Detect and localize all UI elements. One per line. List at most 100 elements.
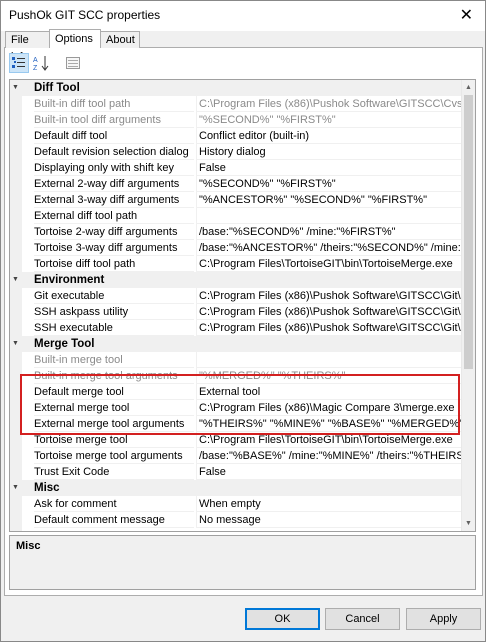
property-name: External merge tool (34, 400, 194, 416)
property-row[interactable]: External merge tool arguments "%THEIRS%" … (10, 416, 465, 432)
vertical-scrollbar[interactable]: ▲ ▼ (461, 80, 475, 531)
property-value[interactable]: False (196, 464, 465, 480)
scroll-down-icon[interactable]: ▼ (462, 517, 475, 530)
property-value[interactable]: "%THEIRS%" "%MINE%" "%BASE%" "%MERGED%" (196, 416, 465, 432)
category-header[interactable]: ▼ Diff Tool (10, 80, 462, 96)
alphabetical-button[interactable]: A Z (31, 53, 51, 73)
property-rows: ▼ Diff Tool Built-in diff tool path C:\Prog… (10, 80, 465, 528)
property-value[interactable]: C:\Program Files (x86)\Pushok Software\G… (196, 320, 465, 336)
categorized-icon (12, 57, 25, 68)
category-label: Misc (34, 482, 60, 494)
property-name: Tortoise 3-way diff arguments (34, 240, 194, 256)
property-name: Built-in tool diff arguments (34, 112, 194, 128)
property-value[interactable]: C:\Program Files\TortoiseGIT\bin\Tortois… (196, 432, 465, 448)
property-value[interactable]: C:\Program Files (x86)\Magic Compare 3\m… (196, 400, 465, 416)
category-label: Diff Tool (34, 82, 80, 94)
property-row[interactable]: Trust Exit Code False (10, 464, 465, 480)
cancel-button[interactable]: Cancel (325, 608, 400, 630)
tab-file-info[interactable]: File info (5, 31, 50, 63)
property-value[interactable]: History dialog (196, 144, 465, 160)
property-value[interactable]: "%SECOND%" "%FIRST%" (196, 112, 465, 128)
scroll-up-icon[interactable]: ▲ (462, 81, 475, 94)
property-name: External merge tool arguments (34, 416, 194, 432)
property-value[interactable]: "%SECOND%" "%FIRST%" (196, 176, 465, 192)
property-value[interactable]: False (196, 160, 465, 176)
property-grid[interactable]: ▼ Diff Tool Built-in diff tool path C:\Prog… (9, 79, 476, 532)
property-row[interactable]: Default diff tool Conflict editor (built-… (10, 128, 465, 144)
description-pane: Misc (9, 535, 476, 590)
property-value[interactable]: /base:"%BASE%" /mine:"%MINE%" /theirs:"%… (196, 448, 465, 464)
property-name: Default revision selection dialog (34, 144, 194, 160)
property-name: Built-in diff tool path (34, 96, 194, 112)
property-row[interactable]: Default revision selection dialog History… (10, 144, 465, 160)
property-row[interactable]: Tortoise 2-way diff arguments/base:"%SEC… (10, 224, 465, 240)
apply-button[interactable]: Apply (406, 608, 481, 630)
property-value[interactable]: C:\Program Files (x86)\Pushok Software\G… (196, 304, 465, 320)
property-row[interactable]: SSH executable C:\Program Files (x86)\Pus… (10, 320, 465, 336)
property-row[interactable]: Git executable C:\Program Files (x86)\Pus… (10, 288, 465, 304)
collapse-icon[interactable]: ▼ (12, 276, 19, 283)
property-row[interactable]: Tortoise merge tool arguments/base:"%BAS… (10, 448, 465, 464)
property-name: External diff tool path (34, 208, 194, 224)
property-name: Trust Exit Code (34, 464, 194, 480)
property-name: Built-in merge tool (34, 352, 194, 368)
property-value[interactable]: C:\Program Files (x86)\Pushok Software\G… (196, 288, 465, 304)
property-name: Tortoise merge tool arguments (34, 448, 194, 464)
category-header[interactable]: ▼ Merge Tool (10, 336, 462, 352)
property-row[interactable]: External diff tool path (10, 208, 465, 224)
property-value[interactable]: C:\Program Files\TortoiseGIT\bin\Tortois… (196, 256, 465, 272)
property-row[interactable]: Built-in diff tool path C:\Program Files … (10, 96, 465, 112)
property-value[interactable]: "%MERGED%" "%THEIRS%" (196, 368, 465, 384)
categorized-button[interactable] (9, 53, 29, 73)
ok-button[interactable]: OK (245, 608, 320, 630)
property-row[interactable]: Ask for comment When empty (10, 496, 465, 512)
property-row[interactable]: Default comment message No message (10, 512, 465, 528)
property-pages-icon (66, 57, 80, 69)
property-value[interactable]: Conflict editor (built-in) (196, 128, 465, 144)
property-name: External 3-way diff arguments (34, 192, 194, 208)
property-name: SSH askpass utility (34, 304, 194, 320)
property-value[interactable]: External tool (196, 384, 465, 400)
property-row[interactable]: External 2-way diff arguments "%SECOND%" … (10, 176, 465, 192)
property-row[interactable]: Built-in merge tool arguments "%MERGED%" … (10, 368, 465, 384)
properties-dialog: PushOk GIT SCC properties ✕ File info Op… (0, 0, 486, 642)
property-row[interactable]: Tortoise merge tool C:\Program Files\Tort… (10, 432, 465, 448)
property-row[interactable]: External 3-way diff arguments "%ANCESTOR%… (10, 192, 465, 208)
property-value[interactable] (196, 208, 465, 224)
property-row[interactable]: Tortoise diff tool path C:\Program Files\… (10, 256, 465, 272)
svg-text:Z: Z (33, 65, 38, 71)
collapse-icon[interactable]: ▼ (12, 484, 19, 491)
collapse-icon[interactable]: ▼ (12, 84, 19, 91)
collapse-icon[interactable]: ▼ (12, 340, 19, 347)
scrollbar-thumb[interactable] (464, 95, 473, 369)
property-value[interactable]: "%ANCESTOR%" "%SECOND%" "%FIRST%" (196, 192, 465, 208)
tab-options[interactable]: Options (49, 29, 101, 48)
property-name: Git executable (34, 288, 194, 304)
property-value[interactable] (196, 352, 465, 368)
alphabetical-sort-icon: A Z (33, 56, 49, 71)
property-name: Tortoise merge tool (34, 432, 194, 448)
property-value[interactable]: When empty (196, 496, 465, 512)
description-title: Misc (16, 540, 41, 552)
property-value[interactable]: C:\Program Files (x86)\Pushok Software\G… (196, 96, 465, 112)
category-label: Merge Tool (34, 338, 95, 350)
property-row[interactable]: Built-in merge tool (10, 352, 465, 368)
property-name: Default diff tool (34, 128, 194, 144)
category-header[interactable]: ▼ Environment (10, 272, 462, 288)
property-name: SSH executable (34, 320, 194, 336)
property-value[interactable]: No message (196, 512, 465, 528)
property-row[interactable]: Displaying only with shift key False (10, 160, 465, 176)
property-value[interactable]: /base:"%SECOND%" /mine:"%FIRST%" (196, 224, 465, 240)
property-value[interactable]: /base:"%ANCESTOR%" /theirs:"%SECOND%" /m… (196, 240, 465, 256)
property-row[interactable]: Tortoise 3-way diff arguments/base:"%ANC… (10, 240, 465, 256)
category-header[interactable]: ▼ Misc (10, 480, 462, 496)
property-name: Displaying only with shift key (34, 160, 194, 176)
property-row[interactable]: SSH askpass utility C:\Program Files (x86… (10, 304, 465, 320)
property-pages-button[interactable] (63, 53, 83, 73)
tab-about[interactable]: About (100, 31, 140, 48)
property-row[interactable]: Built-in tool diff arguments "%SECOND%" "… (10, 112, 465, 128)
property-row[interactable]: External merge tool C:\Program Files (x86… (10, 400, 465, 416)
property-name: External 2-way diff arguments (34, 176, 194, 192)
property-row[interactable]: Default merge tool External tool (10, 384, 465, 400)
close-icon[interactable]: ✕ (460, 5, 473, 25)
